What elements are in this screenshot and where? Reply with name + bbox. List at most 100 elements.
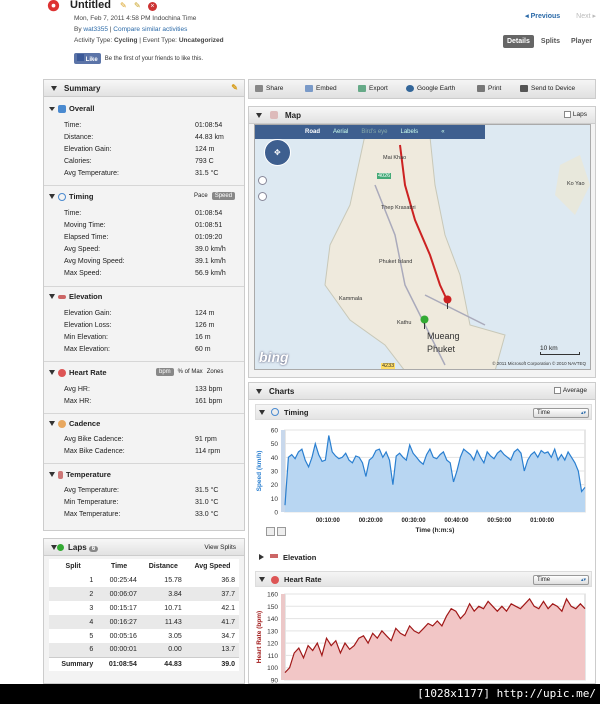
dropdown-arrow-icon: ▴▾ xyxy=(580,577,586,583)
like-button[interactable]: Like xyxy=(74,53,101,64)
charts-header[interactable]: Charts Average xyxy=(249,383,595,400)
table-row[interactable]: 5 00:05:16 3.05 34.7 xyxy=(49,629,239,643)
select-value: Time xyxy=(537,577,551,583)
row-value: 31.5 °C xyxy=(195,487,219,494)
summary-header[interactable]: Summary ✎ xyxy=(44,80,244,97)
table-row[interactable]: 3 00:15:17 10.71 42.1 xyxy=(49,601,239,615)
summary-title: Summary xyxy=(64,84,101,93)
pace-option[interactable]: Pace xyxy=(194,193,208,199)
heart-rate-header[interactable]: Heart Rate xyxy=(49,368,107,377)
zoom-in-button[interactable] xyxy=(258,176,267,185)
elevation-icon xyxy=(58,294,66,299)
expand-icon[interactable] xyxy=(259,554,264,560)
collapse-icon[interactable] xyxy=(49,472,55,477)
table-row[interactable]: 6 00:00:01 0.00 13.7 xyxy=(49,643,239,657)
x-tick-label: 01:00:00 xyxy=(530,518,555,524)
user-link[interactable]: wat3355 xyxy=(83,26,108,33)
edit-pencil-icon[interactable]: ✎ xyxy=(120,1,127,10)
temperature-header[interactable]: Temperature xyxy=(49,470,111,479)
zoom-in-icon[interactable] xyxy=(266,527,275,536)
collapse-icon[interactable] xyxy=(49,294,55,299)
row-value: 01:08:51 xyxy=(195,222,223,229)
event-type-value[interactable]: Uncategorized xyxy=(179,37,224,44)
table-row[interactable]: 4 00:16:27 11.43 41.7 xyxy=(49,615,239,629)
map-view[interactable]: Road Aerial Bird's eye Labels « ✥ Mai Kh… xyxy=(254,124,591,370)
x-tick-label: 00:30:00 xyxy=(402,518,427,524)
row-label: Elevation Gain: xyxy=(64,310,112,317)
timing-x-axis-select[interactable]: Time ▴▾ xyxy=(533,408,589,418)
timing-chart-header[interactable]: Timing Time ▴▾ xyxy=(255,404,592,420)
percent-max-option[interactable]: % of Max xyxy=(178,369,203,375)
collapse-chevron-icon[interactable]: « xyxy=(441,129,444,135)
export-button[interactable]: Export xyxy=(358,85,388,92)
activity-title[interactable]: Untitled xyxy=(70,0,111,11)
laps-checkbox[interactable] xyxy=(564,111,572,118)
share-label: Share xyxy=(266,85,284,92)
cell: 3.05 xyxy=(168,632,182,640)
elevation-chart-header[interactable]: Elevation xyxy=(255,550,592,564)
table-row[interactable]: 2 00:06:07 3.84 37.7 xyxy=(49,587,239,601)
delete-icon[interactable]: × xyxy=(147,2,157,11)
collapse-icon[interactable] xyxy=(259,577,265,582)
zoom-out-icon[interactable] xyxy=(277,527,286,536)
next-link[interactable]: Next ▸ xyxy=(576,13,596,20)
end-marker-icon[interactable] xyxy=(443,295,452,309)
laps-title: Laps xyxy=(68,543,87,552)
elevation-header[interactable]: Elevation xyxy=(49,292,102,301)
previous-link[interactable]: ◂ Previous xyxy=(525,13,560,20)
map-laps-toggle[interactable]: Laps xyxy=(564,111,587,118)
print-label: Print xyxy=(488,85,502,92)
collapse-icon[interactable] xyxy=(259,410,265,415)
collapse-icon[interactable] xyxy=(256,389,262,394)
birds-eye-option[interactable]: Bird's eye xyxy=(361,129,387,135)
labels-option[interactable]: Labels xyxy=(401,129,419,135)
send-to-device-label: Send to Device xyxy=(531,85,576,92)
view-splits-link[interactable]: View Splits xyxy=(204,544,236,551)
laps-header[interactable]: Laps 6 View Splits xyxy=(44,539,244,556)
row-label: Distance: xyxy=(64,134,94,141)
tab-splits[interactable]: Splits xyxy=(537,35,564,48)
zoom-out-button[interactable] xyxy=(258,192,267,201)
zones-option[interactable]: Zones xyxy=(207,369,224,375)
embed-button[interactable]: Embed xyxy=(305,85,337,92)
row-label: Avg Bike Cadence: xyxy=(64,436,124,443)
x-tick-label: 00:40:00 xyxy=(444,518,469,524)
speed-option[interactable]: Speed xyxy=(211,192,236,200)
collapse-icon[interactable] xyxy=(49,370,55,375)
google-earth-button[interactable]: Google Earth xyxy=(406,85,455,92)
average-checkbox[interactable] xyxy=(554,387,562,394)
tab-player[interactable]: Player xyxy=(567,35,596,48)
map-pan-control[interactable]: ✥ xyxy=(264,139,291,166)
action-toolbar: Share Embed Export Google Earth Print Se… xyxy=(248,79,596,99)
collapse-icon[interactable] xyxy=(49,421,55,426)
activity-type-value[interactable]: Cycling xyxy=(114,37,137,44)
tab-details[interactable]: Details xyxy=(502,35,534,48)
start-marker-icon[interactable] xyxy=(420,315,429,329)
bpm-option[interactable]: bpm xyxy=(156,368,174,376)
collapse-icon[interactable] xyxy=(49,194,55,199)
heart-icon xyxy=(271,576,279,584)
collapse-icon[interactable] xyxy=(51,86,57,91)
print-button[interactable]: Print xyxy=(477,85,501,92)
collapse-icon[interactable] xyxy=(256,113,262,118)
edit-icon[interactable]: ✎ xyxy=(134,1,141,10)
average-toggle[interactable]: Average xyxy=(554,387,587,394)
road-view-option[interactable]: Road xyxy=(305,129,320,135)
timing-header[interactable]: Timing xyxy=(49,192,93,201)
overall-header[interactable]: Overall xyxy=(49,104,94,113)
map-header[interactable]: Map Laps xyxy=(249,107,595,124)
table-row[interactable]: 1 00:25:44 15.78 36.8 xyxy=(49,573,239,587)
hr-x-axis-select[interactable]: Time ▴▾ xyxy=(533,575,589,585)
collapse-icon[interactable] xyxy=(49,106,55,111)
aerial-view-option[interactable]: Aerial xyxy=(333,129,348,135)
activity-types: Activity Type: Cycling | Event Type: Unc… xyxy=(74,37,224,44)
heart-rate-chart-header[interactable]: Heart Rate Time ▴▾ xyxy=(255,571,592,587)
cadence-header[interactable]: Cadence xyxy=(49,419,100,428)
share-button[interactable]: Share xyxy=(255,85,283,92)
row-value: 31.0 °C xyxy=(195,499,219,506)
compare-link[interactable]: Compare similar activities xyxy=(113,26,187,33)
send-to-device-button[interactable]: Send to Device xyxy=(520,85,575,92)
speed-chart: 60 50 40 30 20 10 0 Speed (km/h) 00:10:00 00:20:0… xyxy=(256,428,586,534)
edit-summary-icon[interactable]: ✎ xyxy=(231,83,238,92)
y-tick-label: 20 xyxy=(271,482,279,489)
